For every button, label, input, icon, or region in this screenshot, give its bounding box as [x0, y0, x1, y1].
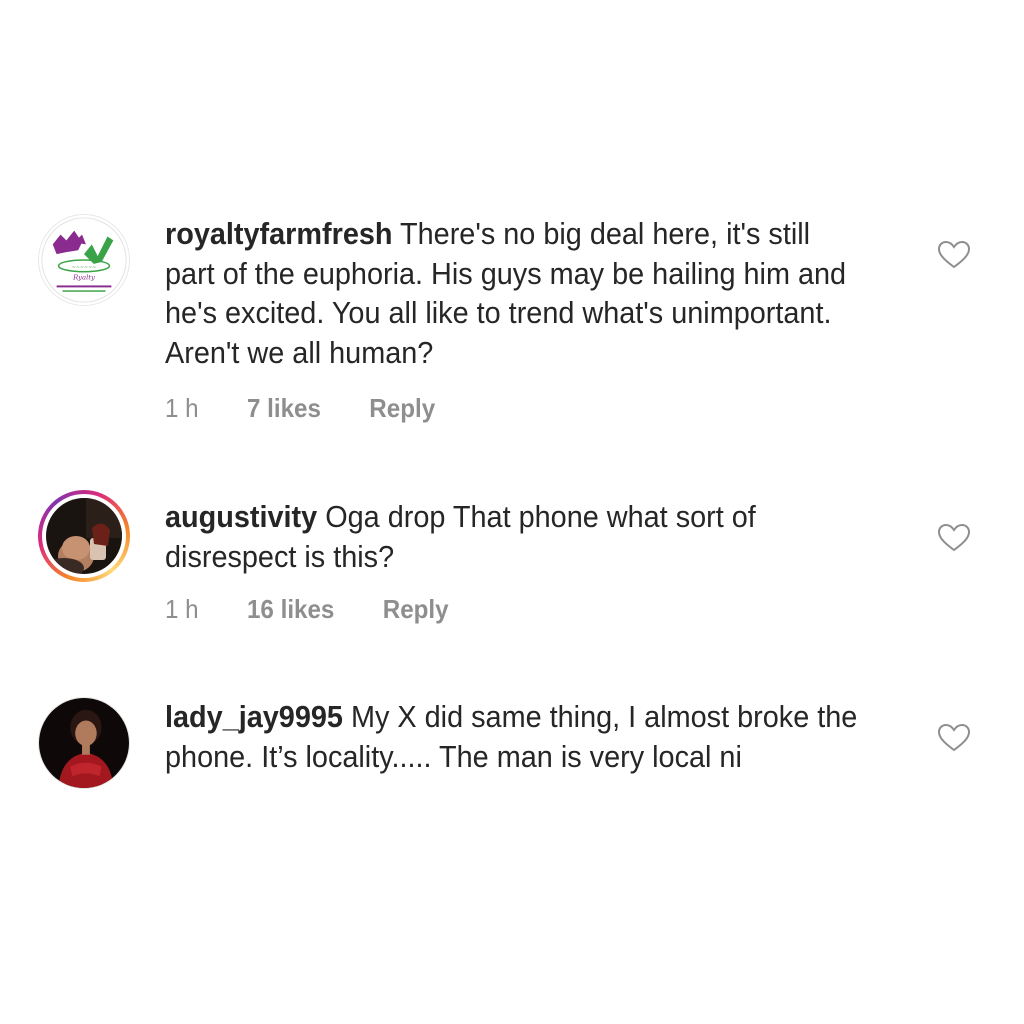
- reply-button[interactable]: Reply: [383, 594, 449, 625]
- heart-icon[interactable]: [937, 723, 971, 753]
- svg-text:~~~~~~: ~~~~~~: [72, 265, 97, 271]
- reply-button[interactable]: Reply: [369, 393, 435, 424]
- user-photo-icon: [46, 498, 122, 574]
- username[interactable]: lady_jay9995: [165, 699, 343, 734]
- username[interactable]: royaltyfarmfresh: [165, 216, 393, 251]
- comment-text: augustivity Oga drop That phone what sor…: [165, 497, 858, 576]
- svg-text:Ryalty: Ryalty: [72, 274, 95, 282]
- story-ring: [42, 494, 126, 578]
- likes-count[interactable]: 7 likes: [247, 393, 321, 424]
- farm-logo-icon: ~~~~~~ Ryalty: [39, 215, 129, 305]
- username[interactable]: augustivity: [165, 499, 317, 534]
- timestamp: 1 h: [165, 393, 199, 423]
- user-photo-icon: [39, 698, 129, 788]
- comment-text: lady_jay9995 My X did same thing, I almo…: [165, 697, 858, 776]
- user-photo: [46, 498, 122, 574]
- avatar[interactable]: [38, 697, 130, 789]
- heart-icon[interactable]: [937, 240, 971, 270]
- likes-count[interactable]: 16 likes: [247, 594, 334, 625]
- timestamp: 1 h: [165, 594, 199, 624]
- comment-meta: 1 h 7 likes Reply: [165, 393, 435, 424]
- comment-text: royaltyfarmfresh There's no big deal her…: [165, 214, 858, 372]
- comment-meta: 1 h 16 likes Reply: [165, 594, 449, 625]
- avatar[interactable]: ~~~~~~ Ryalty: [38, 214, 130, 306]
- avatar[interactable]: [38, 490, 130, 582]
- heart-icon[interactable]: [937, 523, 971, 553]
